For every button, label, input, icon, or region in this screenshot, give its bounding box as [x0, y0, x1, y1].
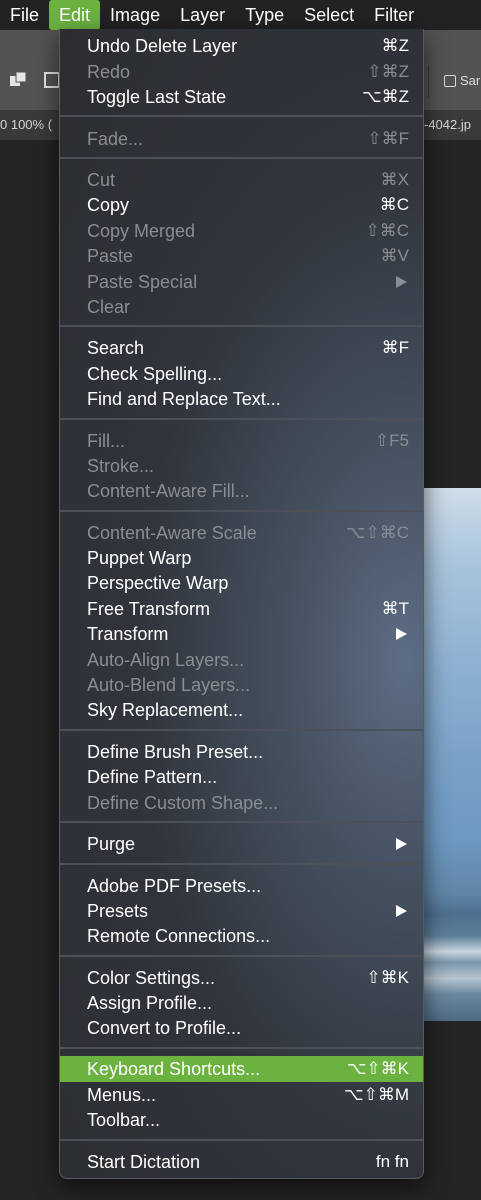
menu-item-start-dictation[interactable]: Start Dictation fn fn [60, 1149, 423, 1174]
shortcut-keyboard-shortcuts: ⌥⇧⌘K [346, 1059, 409, 1078]
submenu-arrow-icon [396, 905, 407, 917]
menu-item-check-spelling[interactable]: Check Spelling... [60, 361, 423, 386]
shortcut-paste: ⌘V [380, 246, 409, 265]
menu-edit[interactable]: Edit [49, 0, 101, 30]
new-selection-icon[interactable] [10, 72, 28, 90]
shortcut-start-dictation: fn fn [375, 1152, 409, 1171]
shortcut-copy-merged: ⇧⌘C [365, 221, 409, 240]
menu-separator [60, 1139, 423, 1141]
menu-item-sky-replacement[interactable]: Sky Replacement... [60, 697, 423, 722]
menu-item-fade[interactable]: Fade... ⇧⌘F [60, 126, 423, 151]
menu-item-toolbar[interactable]: Toolbar... [60, 1107, 423, 1132]
document-tab-zoom[interactable]: 0 100% ( [0, 117, 52, 132]
shortcut-toggle-last-state: ⌥⌘Z [362, 87, 409, 106]
menu-item-puppet-warp[interactable]: Puppet Warp [60, 545, 423, 570]
menu-separator [60, 115, 423, 117]
menu-separator [60, 1047, 423, 1049]
sample-checkbox[interactable] [444, 75, 456, 87]
shortcut-redo: ⇧⌘Z [367, 62, 409, 81]
menu-item-copy-merged[interactable]: Copy Merged ⇧⌘C [60, 218, 423, 243]
menu-item-undo-delete-layer[interactable]: Undo Delete Layer ⌘Z [60, 33, 423, 58]
menu-item-fill[interactable]: Fill... ⇧F5 [60, 428, 423, 453]
menu-separator [60, 418, 423, 420]
menu-item-paste-special[interactable]: Paste Special [60, 269, 423, 294]
submenu-arrow-icon [396, 628, 407, 640]
add-to-selection-icon[interactable] [44, 72, 60, 88]
menu-type[interactable]: Type [235, 0, 294, 30]
menu-item-keyboard-shortcuts[interactable]: Keyboard Shortcuts... ⌥⇧⌘K [60, 1056, 423, 1082]
menu-select[interactable]: Select [294, 0, 364, 30]
menu-item-free-transform[interactable]: Free Transform ⌘T [60, 596, 423, 621]
menu-item-color-settings[interactable]: Color Settings... ⇧⌘K [60, 965, 423, 990]
menu-item-define-brush-preset[interactable]: Define Brush Preset... [60, 739, 423, 764]
menu-item-transform[interactable]: Transform [60, 621, 423, 646]
shortcut-menus: ⌥⇧⌘M [344, 1085, 409, 1104]
menu-item-paste[interactable]: Paste ⌘V [60, 243, 423, 268]
menu-filter[interactable]: Filter [364, 0, 424, 30]
menu-item-content-aware-fill[interactable]: Content-Aware Fill... [60, 478, 423, 503]
menu-image[interactable]: Image [100, 0, 170, 30]
submenu-arrow-icon [396, 838, 407, 850]
menu-item-presets[interactable]: Presets [60, 898, 423, 923]
menu-bar: File Edit Image Layer Type Select Filter [0, 0, 481, 30]
submenu-arrow-icon [396, 276, 407, 288]
menu-item-auto-blend-layers[interactable]: Auto-Blend Layers... [60, 672, 423, 697]
menu-item-copy[interactable]: Copy ⌘C [60, 192, 423, 217]
menu-separator [60, 863, 423, 865]
menu-separator [60, 821, 423, 823]
shortcut-undo: ⌘Z [381, 36, 409, 55]
menu-item-redo[interactable]: Redo ⇧⌘Z [60, 59, 423, 84]
menu-item-auto-align-layers[interactable]: Auto-Align Layers... [60, 647, 423, 672]
edit-menu: Undo Delete Layer ⌘Z Redo ⇧⌘Z Toggle Las… [59, 29, 424, 1179]
shortcut-fade: ⇧⌘F [367, 129, 409, 148]
menu-item-clear[interactable]: Clear [60, 294, 423, 319]
shortcut-free-transform: ⌘T [381, 599, 409, 618]
shortcut-cut: ⌘X [380, 170, 409, 189]
menu-item-toggle-last-state[interactable]: Toggle Last State ⌥⌘Z [60, 84, 423, 109]
shortcut-fill: ⇧F5 [374, 431, 409, 450]
shortcut-search: ⌘F [381, 338, 409, 357]
menu-item-remote-connections[interactable]: Remote Connections... [60, 923, 423, 948]
menu-item-define-custom-shape[interactable]: Define Custom Shape... [60, 790, 423, 815]
shortcut-copy: ⌘C [379, 195, 409, 214]
menu-item-define-pattern[interactable]: Define Pattern... [60, 764, 423, 789]
shortcut-content-aware-scale: ⌥⇧⌘C [345, 523, 409, 542]
options-divider [428, 66, 429, 98]
menu-item-cut[interactable]: Cut ⌘X [60, 167, 423, 192]
menu-item-menus[interactable]: Menus... ⌥⇧⌘M [60, 1082, 423, 1107]
menu-item-content-aware-scale[interactable]: Content-Aware Scale ⌥⇧⌘C [60, 520, 423, 545]
menu-item-perspective-warp[interactable]: Perspective Warp [60, 570, 423, 595]
menu-item-assign-profile[interactable]: Assign Profile... [60, 990, 423, 1015]
menu-item-find-replace-text[interactable]: Find and Replace Text... [60, 386, 423, 411]
menu-separator [60, 510, 423, 512]
menu-separator [60, 955, 423, 957]
shortcut-color-settings: ⇧⌘K [366, 968, 409, 987]
menu-item-purge[interactable]: Purge [60, 831, 423, 856]
sample-checkbox-label: Sar [460, 73, 481, 88]
menu-separator [60, 729, 423, 731]
menu-layer[interactable]: Layer [170, 0, 235, 30]
menu-separator [60, 325, 423, 327]
menu-file[interactable]: File [0, 0, 49, 30]
document-tab-filename[interactable]: -4042.jp [424, 117, 471, 132]
menu-item-adobe-pdf-presets[interactable]: Adobe PDF Presets... [60, 873, 423, 898]
menu-item-stroke[interactable]: Stroke... [60, 453, 423, 478]
menu-item-convert-to-profile[interactable]: Convert to Profile... [60, 1015, 423, 1040]
menu-item-search[interactable]: Search ⌘F [60, 335, 423, 360]
document-photo [424, 488, 481, 1021]
menu-separator [60, 157, 423, 159]
